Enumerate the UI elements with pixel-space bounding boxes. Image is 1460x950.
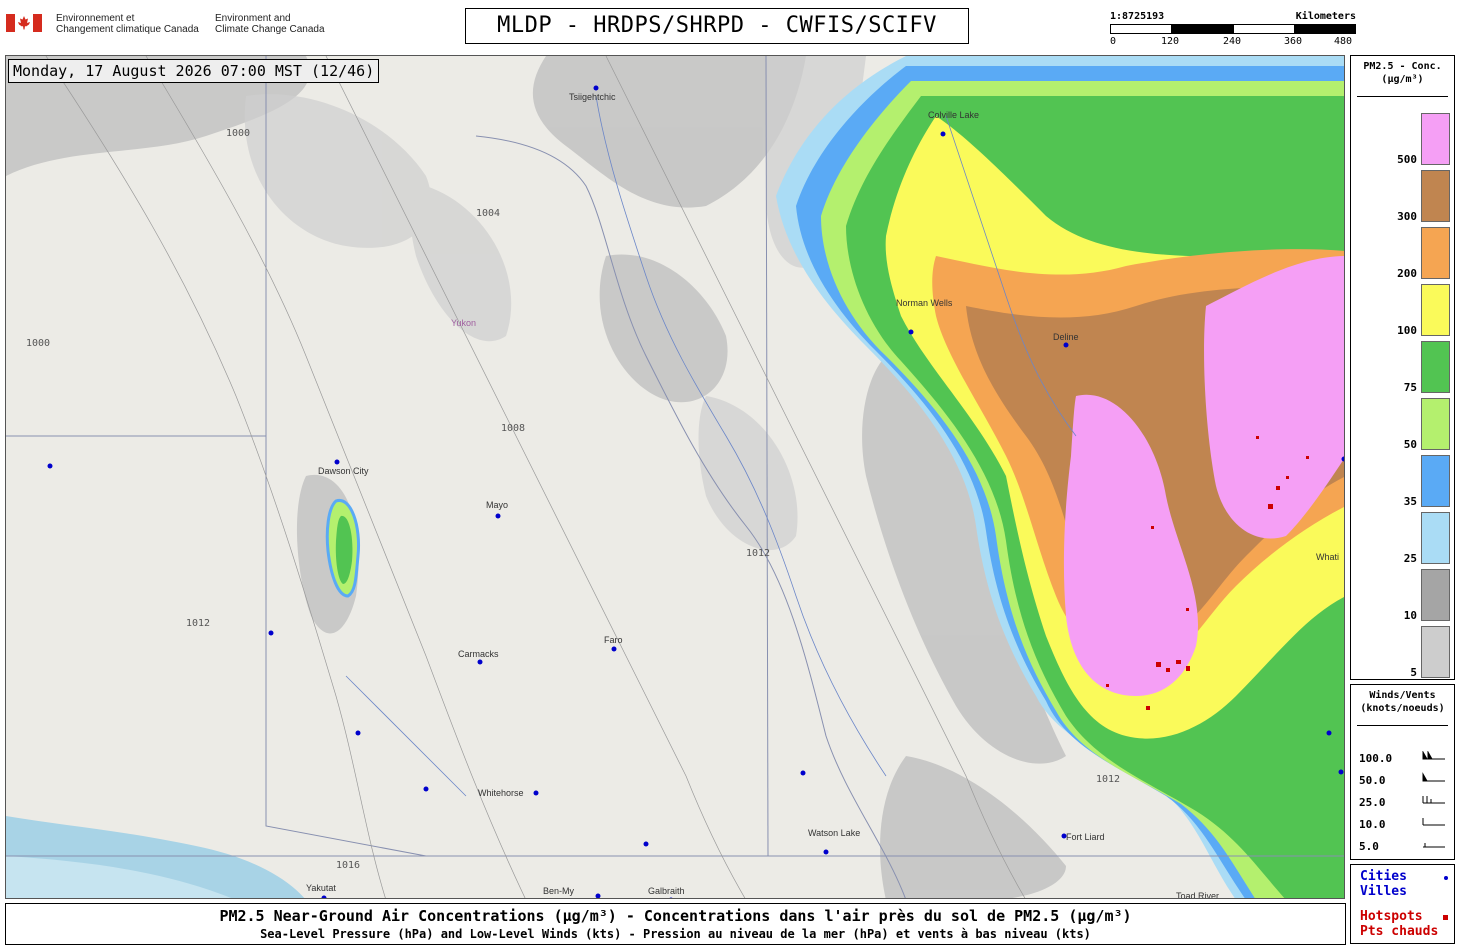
pm25-level-label: 35: [1403, 495, 1417, 508]
city-label: Whitehorse: [478, 788, 524, 798]
pm25-level-label: 100: [1397, 324, 1417, 337]
pm25-level-label: 200: [1397, 267, 1417, 280]
scale-tick: 360: [1284, 36, 1303, 47]
wind-row: 100.0: [1359, 752, 1393, 765]
scale-unit: Kilometers: [1295, 11, 1356, 22]
pm25-level-label: 5: [1410, 666, 1417, 679]
pm25-level-label: 25: [1403, 552, 1417, 565]
city-marker-icon: [1444, 876, 1448, 880]
city-label: Norman Wells: [896, 298, 953, 308]
city-label: Dawson City: [318, 466, 369, 476]
wind-row: 5.0: [1359, 840, 1379, 853]
pm25-level-label: 10: [1403, 609, 1417, 622]
isobar-label: 1000: [26, 338, 50, 349]
city-label: Fort Liard: [1066, 832, 1105, 842]
caption-line-1: PM2.5 Near-Ground Air Concentrations (µg…: [219, 907, 1132, 925]
pm25-swatch: [1421, 284, 1450, 336]
wind-barb-icons: [1422, 751, 1445, 848]
city-label: Faro: [604, 635, 623, 645]
map-canvas: 1000 1004 1008 1012 1016 1012 1012 1000 …: [6, 56, 1344, 899]
scale-bar: 1:8725193 Kilometers 0 120 240 360 480: [1110, 11, 1356, 51]
pm25-swatch: [1421, 626, 1450, 678]
pm25-level-label: 500: [1397, 153, 1417, 166]
cities-legend-label: Cities Villes: [1360, 869, 1407, 899]
caption-line-2: Sea-Level Pressure (hPa) and Low-Level W…: [260, 927, 1091, 941]
city-label: Carmacks: [458, 649, 499, 659]
pm25-swatch: [1421, 569, 1450, 621]
forecast-timestamp: Monday, 17 August 2026 07:00 MST (12/46): [8, 59, 380, 83]
wind-row: 10.0: [1359, 818, 1386, 831]
city-label: Ben-My: [543, 886, 575, 896]
region-label: Yukon: [451, 318, 476, 328]
city-label: Watson Lake: [808, 828, 860, 838]
city-label: Galbraith: [648, 886, 685, 896]
isobar-label: 1012: [1096, 774, 1120, 785]
points-legend: Cities Villes Hotspots Pts chauds: [1350, 864, 1455, 944]
city-label: Whati: [1316, 552, 1339, 562]
scale-tick: 480: [1334, 36, 1353, 47]
wind-legend-title: Winds/Vents (knots/noeuds): [1360, 690, 1445, 714]
pm25-level-label: 50: [1403, 438, 1417, 451]
pm25-swatch: [1421, 512, 1450, 564]
city-label: Mayo: [486, 500, 508, 510]
city-label: Toad River: [1176, 891, 1219, 899]
product-title: MLDP - HRDPS/SHRPD - CWFIS/SCIFV: [465, 8, 969, 44]
scale-tick: 120: [1161, 36, 1180, 47]
isobar-label: 1012: [746, 548, 770, 559]
city-label: Yakutat: [306, 883, 336, 893]
scale-tick: 240: [1223, 36, 1242, 47]
scale-tick: 0: [1110, 36, 1117, 47]
header: Environnement et Changement climatique Ca…: [0, 0, 1460, 52]
pm25-swatch: [1421, 398, 1450, 450]
department-name-en: Environment and Climate Change Canada: [215, 13, 325, 35]
wind-row: 50.0: [1359, 774, 1386, 787]
city-label: Deline: [1053, 332, 1079, 342]
pm25-swatch: [1421, 341, 1450, 393]
scale-ratio: 1:8725193: [1110, 11, 1165, 22]
isobar-label: 1012: [186, 618, 210, 629]
isobar-label: 1004: [476, 208, 500, 219]
hotspots-legend-label: Hotspots Pts chauds: [1360, 909, 1439, 939]
pm25-legend-title: PM2.5 - Conc. (µg/m³): [1363, 61, 1442, 85]
divider: [1357, 725, 1448, 726]
scale-bar-graphic: [1110, 24, 1356, 34]
pm25-swatch: [1421, 227, 1450, 279]
pm25-swatch: [1421, 170, 1450, 222]
isobar-label: 1016: [336, 860, 360, 871]
city-label: Colville Lake: [928, 110, 979, 120]
department-name-fr: Environnement et Changement climatique Ca…: [56, 13, 199, 35]
canada-flag-logo: [6, 14, 42, 32]
pm25-legend: PM2.5 - Conc. (µg/m³) 500 300 200 100 75 50 35…: [1350, 55, 1455, 680]
pm25-swatch: [1421, 455, 1450, 507]
forecast-map[interactable]: 1000 1004 1008 1012 1016 1012 1012 1000 …: [5, 55, 1345, 899]
divider: [1357, 96, 1448, 97]
hotspot-marker-icon: [1443, 915, 1448, 920]
wind-legend: Winds/Vents (knots/noeuds) 100.0 50.0 25…: [1350, 684, 1455, 860]
pm25-swatch: [1421, 113, 1450, 165]
wind-row: 25.0: [1359, 796, 1386, 809]
isobar-label: 1000: [226, 128, 250, 139]
pm25-level-label: 300: [1397, 210, 1417, 223]
isobar-label: 1008: [501, 423, 525, 434]
city-label: Tsiigehtchic: [569, 92, 616, 102]
map-caption: PM2.5 Near-Ground Air Concentrations (µg…: [5, 903, 1346, 945]
pm25-level-label: 75: [1403, 381, 1417, 394]
